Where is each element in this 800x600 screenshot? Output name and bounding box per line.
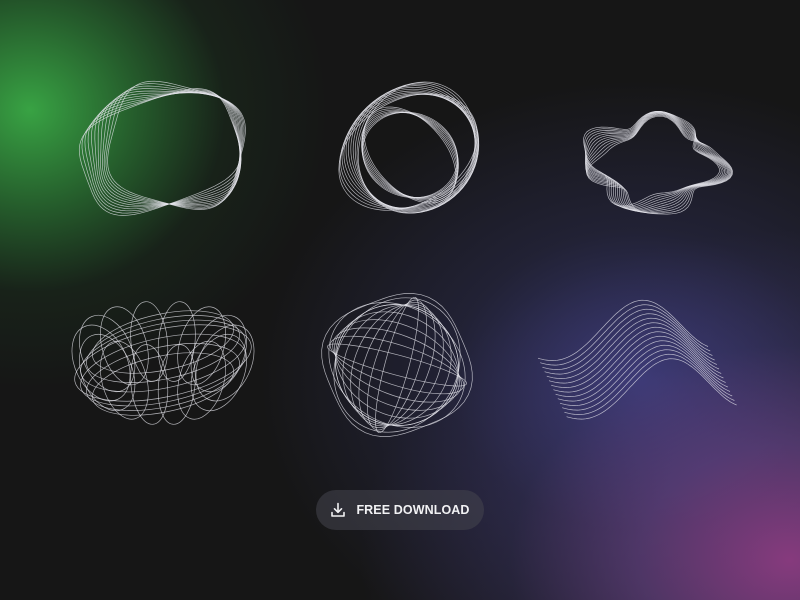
wavy-blob-line: [585, 111, 727, 210]
wave-ribbon-line: [548, 322, 720, 384]
wave-ribbon-line: [546, 317, 717, 379]
sphere-line: [358, 301, 436, 429]
wireframe-shape-sphere: [321, 293, 473, 437]
torus-line: [86, 343, 240, 411]
torus-line: [195, 324, 255, 402]
wavy-blob-line: [585, 112, 731, 212]
wave-ribbon-line: [551, 326, 722, 388]
free-download-button[interactable]: FREE DOWNLOAD: [316, 490, 484, 530]
wavy-blob-line: [585, 111, 724, 209]
download-button-label: FREE DOWNLOAD: [356, 503, 470, 517]
wireframe-shape-wave-ribbon: [537, 299, 737, 420]
wireframe-shape-twisted-ring: [78, 80, 246, 216]
torus-line: [71, 324, 131, 402]
torus-line: [100, 306, 149, 386]
twisted-ring-line: [103, 85, 244, 208]
loop-ring-line: [341, 93, 480, 209]
twisted-ring-line: [78, 88, 242, 216]
sphere-line: [327, 343, 467, 387]
sphere-line: [375, 296, 419, 434]
twisted-ring-line: [87, 91, 242, 210]
wireframe-shape-loop-ring: [338, 81, 480, 214]
wireframe-shape-torus: [71, 301, 255, 425]
wavy-blob-line: [583, 110, 720, 207]
torus-line: [86, 315, 240, 383]
torus-line: [130, 301, 169, 382]
wavy-blob-line: [586, 114, 733, 214]
twisted-ring-line: [94, 92, 241, 206]
download-icon: [331, 502, 346, 517]
artwork-canvas: FREE DOWNLOAD: [0, 0, 800, 600]
sphere-line: [335, 311, 459, 419]
sphere-line: [328, 302, 466, 428]
loop-ring-line: [340, 93, 480, 209]
sphere-line: [350, 303, 444, 427]
wireframe-shape-wavy-blob: [583, 110, 733, 215]
wavy-blob-line: [584, 111, 722, 208]
loop-ring-line: [338, 93, 478, 211]
